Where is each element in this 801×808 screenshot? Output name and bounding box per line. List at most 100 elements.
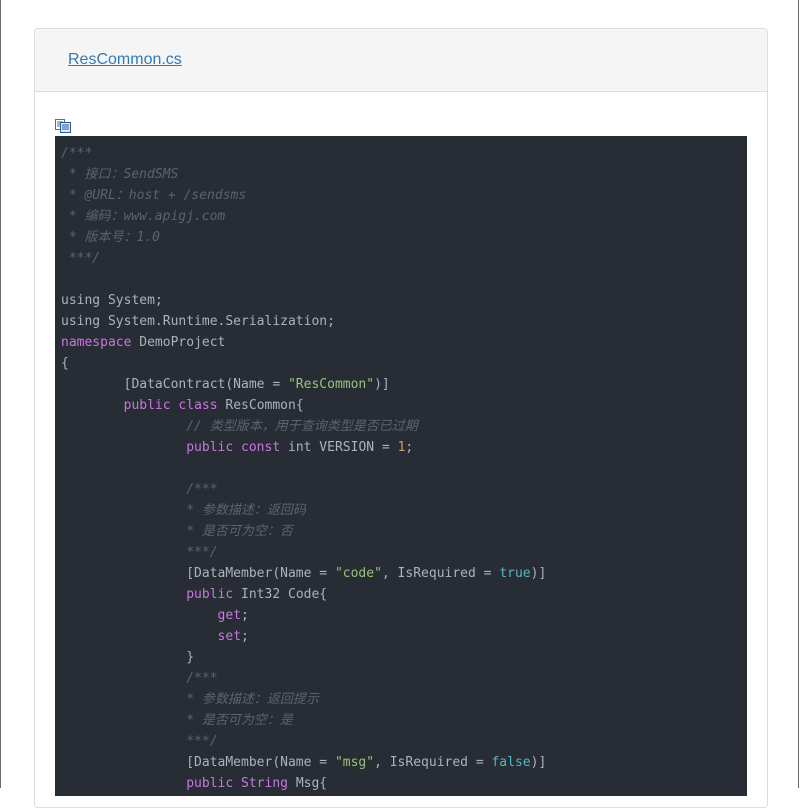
code-comment: * 参数描述：返回码	[186, 503, 306, 518]
code-text: int VERSION =	[280, 440, 398, 455]
code-line: public class ResCommon{	[61, 395, 741, 416]
code-line: * 参数描述：返回提示	[61, 689, 741, 710]
code-comment: ***/	[186, 734, 218, 749]
code-text: Int32 Code{	[233, 587, 328, 602]
code-keyword: const	[241, 440, 281, 455]
code-line: /***	[61, 668, 741, 689]
code-line: /***	[61, 143, 741, 164]
code-line: * 参数描述：返回码	[61, 500, 741, 521]
code-comment: * 编码：www.apigj.com	[61, 209, 226, 224]
code-comment: * 是否可为空：否	[186, 524, 293, 539]
code-line: public String Msg{	[61, 773, 741, 794]
code-line: ***/	[61, 731, 741, 752]
code-text: )]	[530, 566, 547, 581]
code-string: "code"	[334, 566, 382, 581]
code-text: ;	[241, 629, 249, 644]
code-line: * 接口：SendSMS	[61, 164, 741, 185]
code-keyword: public	[186, 776, 234, 791]
code-text: ;	[241, 608, 249, 623]
code-line: [DataMember(Name = "msg", IsRequired = f…	[61, 752, 741, 773]
code-line: * 编码：www.apigj.com	[61, 206, 741, 227]
code-line: * @URL：host + /sendsms	[61, 185, 741, 206]
code-comment: // 类型版本，用于查询类型是否已过期	[186, 419, 418, 434]
code-keyword: String	[241, 776, 288, 791]
copy-icon[interactable]	[55, 119, 71, 133]
code-line: [DataContract(Name = "ResCommon")]	[61, 374, 741, 395]
code-comment: /***	[186, 482, 218, 497]
code-line: {	[61, 353, 741, 374]
code-line: }	[61, 647, 741, 668]
code-line: get;	[61, 605, 741, 626]
code-comment: * 版本号：1.0	[61, 230, 160, 245]
code-keyword: get	[217, 608, 242, 623]
code-line: ***/	[61, 248, 741, 269]
code-keyword: set	[217, 629, 242, 644]
code-line: [DataMember(Name = "code", IsRequired = …	[61, 563, 741, 584]
code-keyword: public	[123, 398, 171, 413]
code-comment: ***/	[186, 545, 218, 560]
code-text: ResCommon{	[217, 398, 304, 413]
code-text: , IsRequired =	[374, 755, 492, 770]
code-text: [DataContract(Name =	[61, 377, 288, 392]
code-block[interactable]: /*** * 接口：SendSMS * @URL：host + /sendsms…	[55, 136, 747, 796]
code-text: [DataMember(Name =	[61, 755, 335, 770]
code-line: public Int32 Code{	[61, 584, 741, 605]
code-literal: false	[491, 755, 531, 770]
code-comment: * @URL：host + /sendsms	[61, 188, 247, 203]
code-text: ;	[405, 440, 414, 455]
code-line: /***	[61, 479, 741, 500]
code-text: Msg{	[288, 776, 328, 791]
code-text: )]	[374, 377, 390, 392]
code-text: {	[61, 356, 69, 371]
code-string: "msg"	[334, 755, 375, 770]
code-line: * 是否可为空：是	[61, 710, 741, 731]
code-comment: /***	[186, 671, 218, 686]
code-text: [DataMember(Name =	[61, 566, 335, 581]
code-line: * 是否可为空：否	[61, 521, 741, 542]
code-line: namespace DemoProject	[61, 332, 741, 353]
code-text: )]	[530, 755, 547, 770]
code-keyword: class	[178, 398, 218, 413]
code-literal: true	[499, 566, 531, 581]
code-text: , IsRequired =	[381, 566, 500, 581]
code-line: public const int VERSION = 1;	[61, 437, 741, 458]
code-text: using System.Runtime.Serialization;	[61, 314, 335, 329]
code-line: * 版本号：1.0	[61, 227, 741, 248]
code-text: }	[61, 650, 195, 665]
code-line: // 类型版本，用于查询类型是否已过期	[61, 416, 741, 437]
code-text: using System;	[61, 293, 163, 308]
panel-body: /*** * 接口：SendSMS * @URL：host + /sendsms…	[35, 92, 767, 796]
code-comment: * 接口：SendSMS	[61, 167, 179, 182]
code-line: using System;	[61, 290, 741, 311]
code-keyword: public	[186, 440, 234, 455]
code-line: using System.Runtime.Serialization;	[61, 311, 741, 332]
code-text: DemoProject	[131, 335, 226, 350]
code-keyword: public	[186, 587, 234, 602]
code-comment: /***	[61, 146, 93, 161]
code-comment: ***/	[61, 251, 101, 266]
code-string: "ResCommon"	[287, 377, 375, 392]
code-line: set;	[61, 626, 741, 647]
panel-heading: ResCommon.cs	[35, 29, 767, 92]
file-link[interactable]: ResCommon.cs	[68, 51, 182, 68]
code-panel: ResCommon.cs /*** * 接口：SendSMS * @URL：ho…	[34, 28, 768, 808]
code-comment: * 参数描述：返回提示	[186, 692, 319, 707]
